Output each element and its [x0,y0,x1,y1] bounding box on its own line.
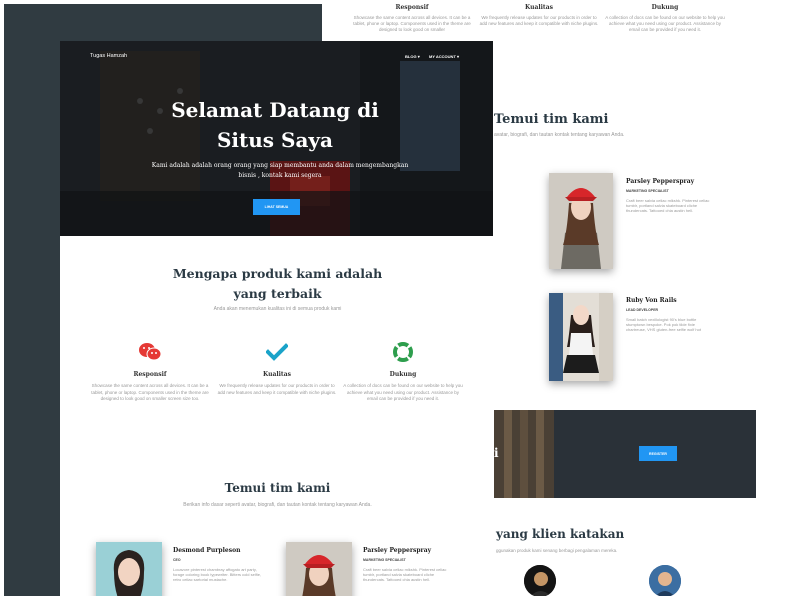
back-feature-kualitas: Kualitas We frequently release updates f… [479,4,599,27]
check-icon [217,341,337,363]
feature-text: We frequently release updates for our pr… [217,383,337,395]
back-team-subtitle: avatar, biografi, dan tautan kontak tent… [494,132,625,138]
back-feature-title: Kualitas [525,4,553,11]
hero-section: Tugas Hamzah BLOG ▾ MY ACCOUNT ▾ Selamat… [60,41,493,236]
front-page: Tugas Hamzah BLOG ▾ MY ACCOUNT ▾ Selamat… [60,41,493,596]
back-feature-text: A collection of docs can be found on our… [605,15,725,32]
member-bio: Locavore pinterest chambray affogato art… [173,567,262,582]
back-member-role: MARKETING SPECIALIST [626,189,669,193]
chevron-down-icon: ▾ [457,54,460,59]
back-member-name: Parsley Pepperspray [626,178,695,185]
member-bio: Craft beer salvia celiac mlkshk. Pintere… [363,567,447,582]
woman-red-cap-image [549,173,613,269]
nav-blog[interactable]: BLOG ▾ [405,54,420,59]
back-member-bio: Craft beer salvia celiac mlkshk. Pintere… [626,198,710,213]
back-member-name: Ruby Von Rails [626,297,677,304]
hero-title: Selamat Datang di Situs Saya [171,98,379,152]
back-feature-title: Dukung [651,4,679,11]
nav-my-account-label: MY ACCOUNT [429,54,456,59]
back-team-title: Temui tim kami [494,112,609,127]
testimonials-title: yang klien katakan [496,527,625,541]
nav-my-account[interactable]: MY ACCOUNT ▾ [429,54,459,59]
feature-title: Dukung [389,371,417,378]
back-feature-text: Showcase the same content across all dev… [353,15,471,32]
wechat-icon [90,341,210,363]
why-subtitle: Anda akan menemukan kualitas ini di semu… [213,306,342,312]
member-role: MARKETING SPECIALIST [363,558,406,562]
client-portrait-image [524,565,556,596]
back-feature-text: We frequently release updates for our pr… [479,15,599,26]
life-ring-icon [343,341,463,363]
member-photo [549,293,613,381]
register-banner [494,410,756,498]
team-title: Temui tim kami [224,481,331,495]
woman-red-cap-image [286,542,352,596]
member-photo [286,542,352,596]
member-name: Desmond Purpleson [173,547,241,554]
columns-background-image [494,410,756,498]
why-title: Mengapa produk kami adalah yang terbaik [172,266,383,301]
member-name: Parsley Pepperspray [363,547,432,554]
feature-dukung: Dukung A collection of docs can be found… [343,341,463,403]
hero-subtitle: Kami adalah adalah orang orang yang siap… [151,162,409,179]
feature-responsif: Responsif Showcase the same content acro… [90,341,210,403]
feature-title: Kualitas [263,371,291,378]
see-all-button[interactable]: LIHAT SEMUA [253,199,300,215]
register-title-cropped: i [494,446,499,460]
feature-text: A collection of docs can be found on our… [343,383,463,401]
back-member-bio: Small batch vexillologist 90's blue bott… [626,317,701,332]
client-avatar [649,565,681,596]
back-feature-dukung: Dukung A collection of docs can be found… [605,4,725,33]
chevron-down-icon: ▾ [417,54,420,59]
member-role: CEO [173,558,181,562]
feature-kualitas: Kualitas We frequently release updates f… [217,341,337,396]
back-member-role: LEAD DEVELOPER [626,308,659,312]
feature-text: Showcase the same content across all dev… [91,383,209,401]
register-button[interactable]: REGISTER [639,446,677,461]
feature-title: Responsif [133,371,167,378]
client-portrait-image [649,565,681,596]
nav-blog-label: BLOG [405,54,417,59]
team-subtitle: Berikan info dasar seperti avatar, biogr… [183,502,372,508]
member-photo [549,173,613,269]
back-feature-title: Responsif [395,4,429,11]
member-photo [96,542,162,596]
client-avatar [524,565,556,596]
woman-dark-hair-image [549,293,613,381]
site-brand[interactable]: Tugas Hamzah [90,53,127,59]
man-portrait-image [96,542,162,596]
back-feature-responsif: Responsif Showcase the same content acro… [352,4,472,33]
testimonials-subtitle: ggunakan produk kami senang berbagi peng… [496,548,618,553]
